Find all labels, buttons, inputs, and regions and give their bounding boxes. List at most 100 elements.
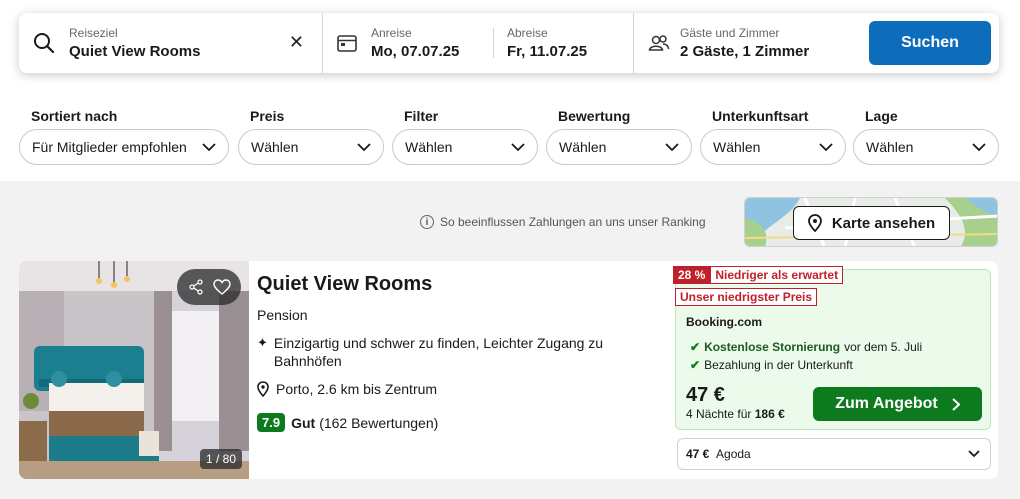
filter-location: Lage Wählen <box>853 107 999 165</box>
filter-label: Preis <box>250 108 285 124</box>
alt-provider: Agoda <box>716 447 751 461</box>
perk-cancellation: ✔ Kostenlose Stornierung vor dem 5. Juli <box>690 340 922 354</box>
guests-value: 2 Gäste, 1 Zimmer <box>680 42 810 60</box>
checkin-value: Mo, 07.07.25 <box>371 42 460 60</box>
chevron-down-icon <box>357 142 371 151</box>
search-icon <box>34 33 55 54</box>
checkin-field[interactable]: Anreise Mo, 07.07.25 <box>371 26 493 61</box>
check-icon: ✔ <box>690 340 701 354</box>
map-preview[interactable]: Karte ansehen <box>744 197 998 247</box>
filter-label: Unterkunftsart <box>712 108 809 124</box>
divider <box>493 28 494 58</box>
deal-provider: Booking.com <box>686 315 763 329</box>
deal-button-label: Zum Angebot <box>835 395 938 412</box>
guests-icon <box>648 35 670 51</box>
destination-label: Reiseziel <box>69 25 118 40</box>
discount-badge: 28 % Niedriger als erwartet <box>673 266 844 284</box>
destination-field[interactable]: Reiseziel Quiet View Rooms ✕ <box>19 13 322 73</box>
nights-total: 186 € <box>754 407 785 421</box>
dropdown-value: Wählen <box>405 139 453 155</box>
location-text: Porto, 2.6 km bis Zentrum <box>276 381 438 397</box>
clear-icon[interactable]: ✕ <box>289 33 304 51</box>
perk-payment: ✔ Bezahlung in der Unterkunft <box>690 358 853 372</box>
chevron-right-icon <box>952 397 960 411</box>
deal-price: 47 € <box>686 384 725 406</box>
search-button[interactable]: Suchen <box>869 21 991 65</box>
property-type: Pension <box>257 307 308 323</box>
destination-value[interactable]: Quiet View Rooms <box>69 43 200 61</box>
chevron-down-icon <box>968 450 980 458</box>
dropdown-value: Wählen <box>559 139 607 155</box>
search-bar: Reiseziel Quiet View Rooms ✕ Anreise Mo,… <box>19 13 999 73</box>
filter-label: Sortiert nach <box>31 108 118 124</box>
chevron-down-icon <box>665 142 679 151</box>
perk-text: Bezahlung in der Unterkunft <box>704 358 853 372</box>
filter-dropdown[interactable]: Wählen <box>392 129 538 165</box>
property-type-dropdown[interactable]: Wählen <box>700 129 846 165</box>
filter-filter: Filter Wählen <box>392 107 538 165</box>
dropdown-value: Für Mitglieder empfohlen <box>32 139 187 155</box>
results-area: i So beeinflussen Zahlungen an uns unser… <box>0 181 1020 499</box>
filter-label: Filter <box>404 108 439 124</box>
chevron-down-icon <box>202 142 216 151</box>
review-count: (162 Bewertungen) <box>319 414 439 431</box>
checkout-field[interactable]: Abreise Fr, 11.07.25 <box>507 26 587 61</box>
hotel-rating[interactable]: 7.9 Gut (162 Bewertungen) <box>257 413 438 432</box>
hotel-name[interactable]: Quiet View Rooms <box>257 273 432 296</box>
ranking-note[interactable]: i So beeinflussen Zahlungen an uns unser… <box>420 215 706 229</box>
check-icon: ✔ <box>690 358 701 372</box>
perk-bold: Kostenlose Stornierung <box>704 340 841 354</box>
lowest-price-badge: Unser niedrigster Preis <box>675 288 818 306</box>
guests-field[interactable]: Gäste und Zimmer 2 Gäste, 1 Zimmer <box>634 13 870 73</box>
guests-label: Gäste und Zimmer <box>680 25 780 40</box>
rating-dropdown[interactable]: Wählen <box>546 129 692 165</box>
filter-property-type: Unterkunftsart Wählen <box>700 107 846 165</box>
discount-text: Niedriger als erwartet <box>710 266 844 284</box>
price-dropdown[interactable]: Wählen <box>238 129 384 165</box>
perk-rest: vor dem 5. Juli <box>844 340 923 354</box>
chevron-down-icon <box>972 142 986 151</box>
dropdown-value: Wählen <box>251 139 299 155</box>
nights-text: 4 Nächte für <box>686 407 752 421</box>
rating-score: 7.9 <box>257 413 286 432</box>
hotel-photo[interactable]: 1 / 80 <box>19 261 249 479</box>
sort-dropdown[interactable]: Für Mitglieder empfohlen <box>19 129 229 165</box>
location-dropdown[interactable]: Wählen <box>853 129 999 165</box>
hotel-location: Porto, 2.6 km bis Zentrum <box>257 381 437 397</box>
heart-icon[interactable] <box>212 279 231 295</box>
ranking-note-text: So beeinflussen Zahlungen an uns unser R… <box>440 215 706 229</box>
discount-percent: 28 % <box>673 266 711 284</box>
view-deal-button[interactable]: Zum Angebot <box>813 387 982 421</box>
filter-bar: Sortiert nach Für Mitglieder empfohlen P… <box>19 107 999 167</box>
checkout-label: Abreise <box>507 25 548 40</box>
hotel-feature: ✦ Einzigartig und schwer zu finden, Leic… <box>257 334 637 370</box>
alt-price: 47 € <box>686 447 710 461</box>
dropdown-value: Wählen <box>866 139 914 155</box>
hotel-card[interactable]: 1 / 80 Quiet View Rooms Pension ✦ Einzig… <box>19 261 998 479</box>
checkin-label: Anreise <box>371 25 412 40</box>
filter-price: Preis Wählen <box>238 107 384 165</box>
alternative-offer[interactable]: 47 € Agoda <box>677 438 991 470</box>
map-button-label: Karte ansehen <box>831 214 936 232</box>
dropdown-value: Wählen <box>713 139 761 155</box>
checkout-value: Fr, 11.07.25 <box>507 42 588 60</box>
share-icon[interactable] <box>188 279 204 295</box>
photo-counter: 1 / 80 <box>200 449 243 469</box>
feature-text: Einzigartig und schwer zu finden, Leicht… <box>273 335 604 369</box>
date-field[interactable]: Anreise Mo, 07.07.25 Abreise Fr, 11.07.2… <box>323 13 633 73</box>
total-price: 4 Nächte für 186 € <box>686 407 785 421</box>
calendar-icon <box>337 35 357 52</box>
photo-actions <box>177 269 241 305</box>
sparkle-icon: ✦ <box>257 335 268 350</box>
info-icon: i <box>420 215 434 229</box>
map-pin-icon <box>257 381 269 397</box>
chevron-down-icon <box>511 142 525 151</box>
filter-sort: Sortiert nach Für Mitglieder empfohlen <box>19 107 229 165</box>
filter-label: Lage <box>865 108 898 124</box>
map-pin-icon <box>807 214 822 232</box>
map-button[interactable]: Karte ansehen <box>793 206 950 240</box>
filter-label: Bewertung <box>558 108 631 124</box>
filter-rating: Bewertung Wählen <box>546 107 692 165</box>
rating-word: Gut <box>291 414 316 431</box>
chevron-down-icon <box>819 142 833 151</box>
